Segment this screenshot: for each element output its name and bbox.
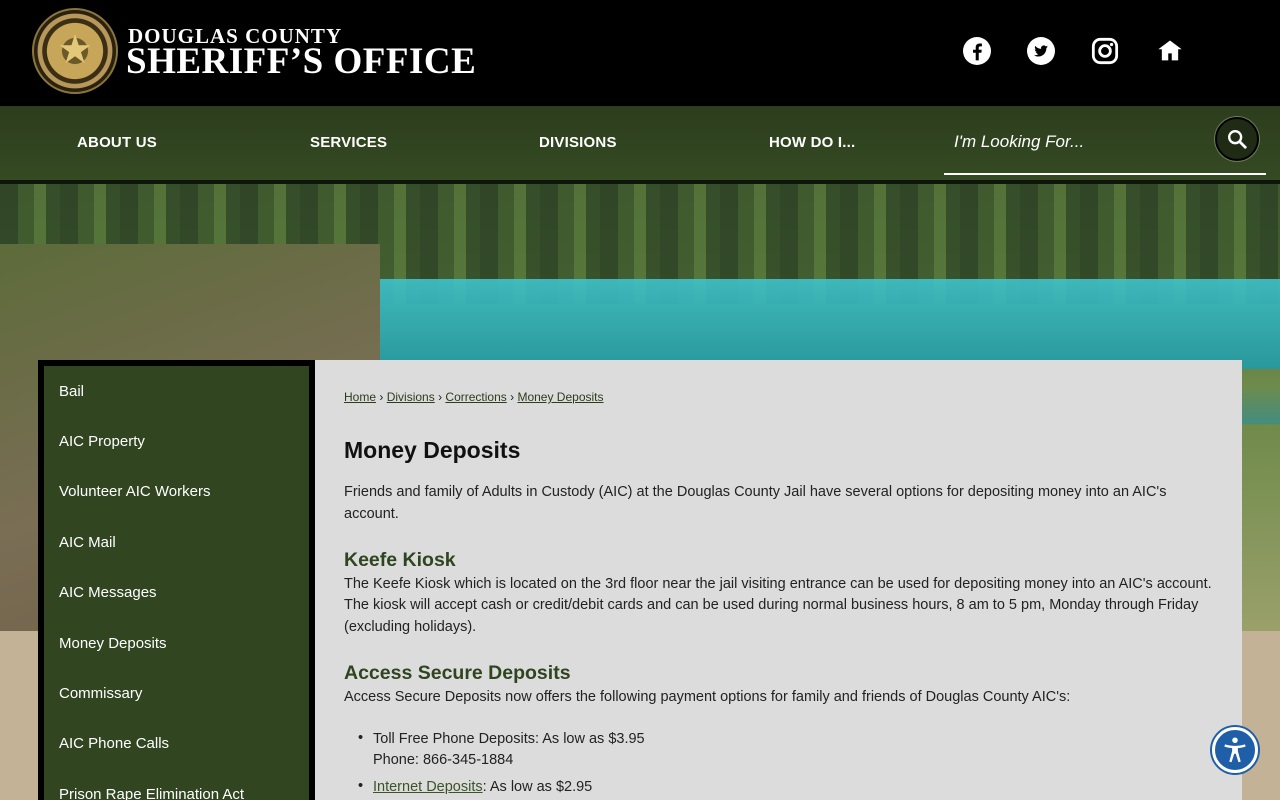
intro-line-1: Friends and family of Adults in Custody … [344,484,1167,500]
breadcrumb-separator: › [438,390,443,404]
search-input[interactable] [944,122,1204,162]
nextdoor-icon[interactable] [1155,36,1185,66]
internet-deposits-link[interactable]: Internet Deposits [373,779,483,795]
access-intro: Access Secure Deposits now offers the fo… [344,689,1071,705]
breadcrumb-separator: › [510,390,515,404]
intro-line-2: account. [344,506,399,522]
breadcrumb-divisions[interactable]: Divisions [387,390,435,404]
accessibility-icon [1224,737,1246,763]
bullet-dot: • [358,730,364,746]
nav-services[interactable]: SERVICES [310,106,387,180]
bullet-dot: • [358,778,364,794]
section-heading-keefe-kiosk: Keefe Kiosk [344,549,456,571]
sheriff-badge-logo[interactable]: ★ [32,8,118,94]
search-button[interactable] [1215,117,1259,161]
keefe-text-line-1: The Keefe Kiosk which is located on the … [344,576,1212,592]
nav-how-do-i[interactable]: HOW DO I... [769,106,855,180]
sidebar-item-aic-property[interactable]: AIC Property [59,433,145,450]
search-icon [1228,130,1247,149]
accessibility-button[interactable] [1212,727,1258,773]
keefe-text-line-2: The kiosk will accept cash or credit/deb… [344,597,1199,613]
sidebar-item-bail[interactable]: Bail [59,383,84,400]
nav-divisions[interactable]: DIVISIONS [539,106,617,180]
phone-deposit-text: Toll Free Phone Deposits: As low as $3.9… [373,731,645,747]
sidebar-item-aic-phone-calls[interactable]: AIC Phone Calls [59,735,169,752]
breadcrumb-corrections[interactable]: Corrections [445,390,506,404]
sidebar-item-aic-messages[interactable]: AIC Messages [59,584,157,601]
sidebar-menu [38,360,315,800]
breadcrumb-separator: › [379,390,384,404]
sidebar-item-prea[interactable]: Prison Rape Elimination Act [59,786,244,800]
star-icon: ★ [57,28,93,73]
keefe-text-line-3: (excluding holidays). [344,619,477,635]
nav-about-us[interactable]: ABOUT US [77,106,157,180]
breadcrumb: Home › Divisions › Corrections › Money D… [344,390,604,404]
breadcrumb-home[interactable]: Home [344,390,376,404]
sidebar-item-aic-mail[interactable]: AIC Mail [59,534,116,551]
breadcrumb-money-deposits[interactable]: Money Deposits [517,390,603,404]
page-title: Money Deposits [344,437,521,463]
internet-deposit-price: : As low as $2.95 [482,779,593,795]
internet-deposit-item: Internet Deposits: As low as $2.95 [373,777,592,798]
sidebar-item-commissary[interactable]: Commissary [59,685,142,702]
sidebar-item-volunteer-aic-workers[interactable]: Volunteer AIC Workers [59,483,210,500]
section-heading-access-secure: Access Secure Deposits [344,662,571,684]
facebook-icon[interactable] [962,36,992,66]
logo-office-text[interactable]: SHERIFF’S OFFICE [126,40,476,83]
phone-number: Phone: 866-345-1884 [373,752,514,768]
instagram-icon[interactable] [1090,36,1120,66]
sidebar-item-money-deposits[interactable]: Money Deposits [59,635,167,652]
twitter-icon[interactable] [1026,36,1056,66]
